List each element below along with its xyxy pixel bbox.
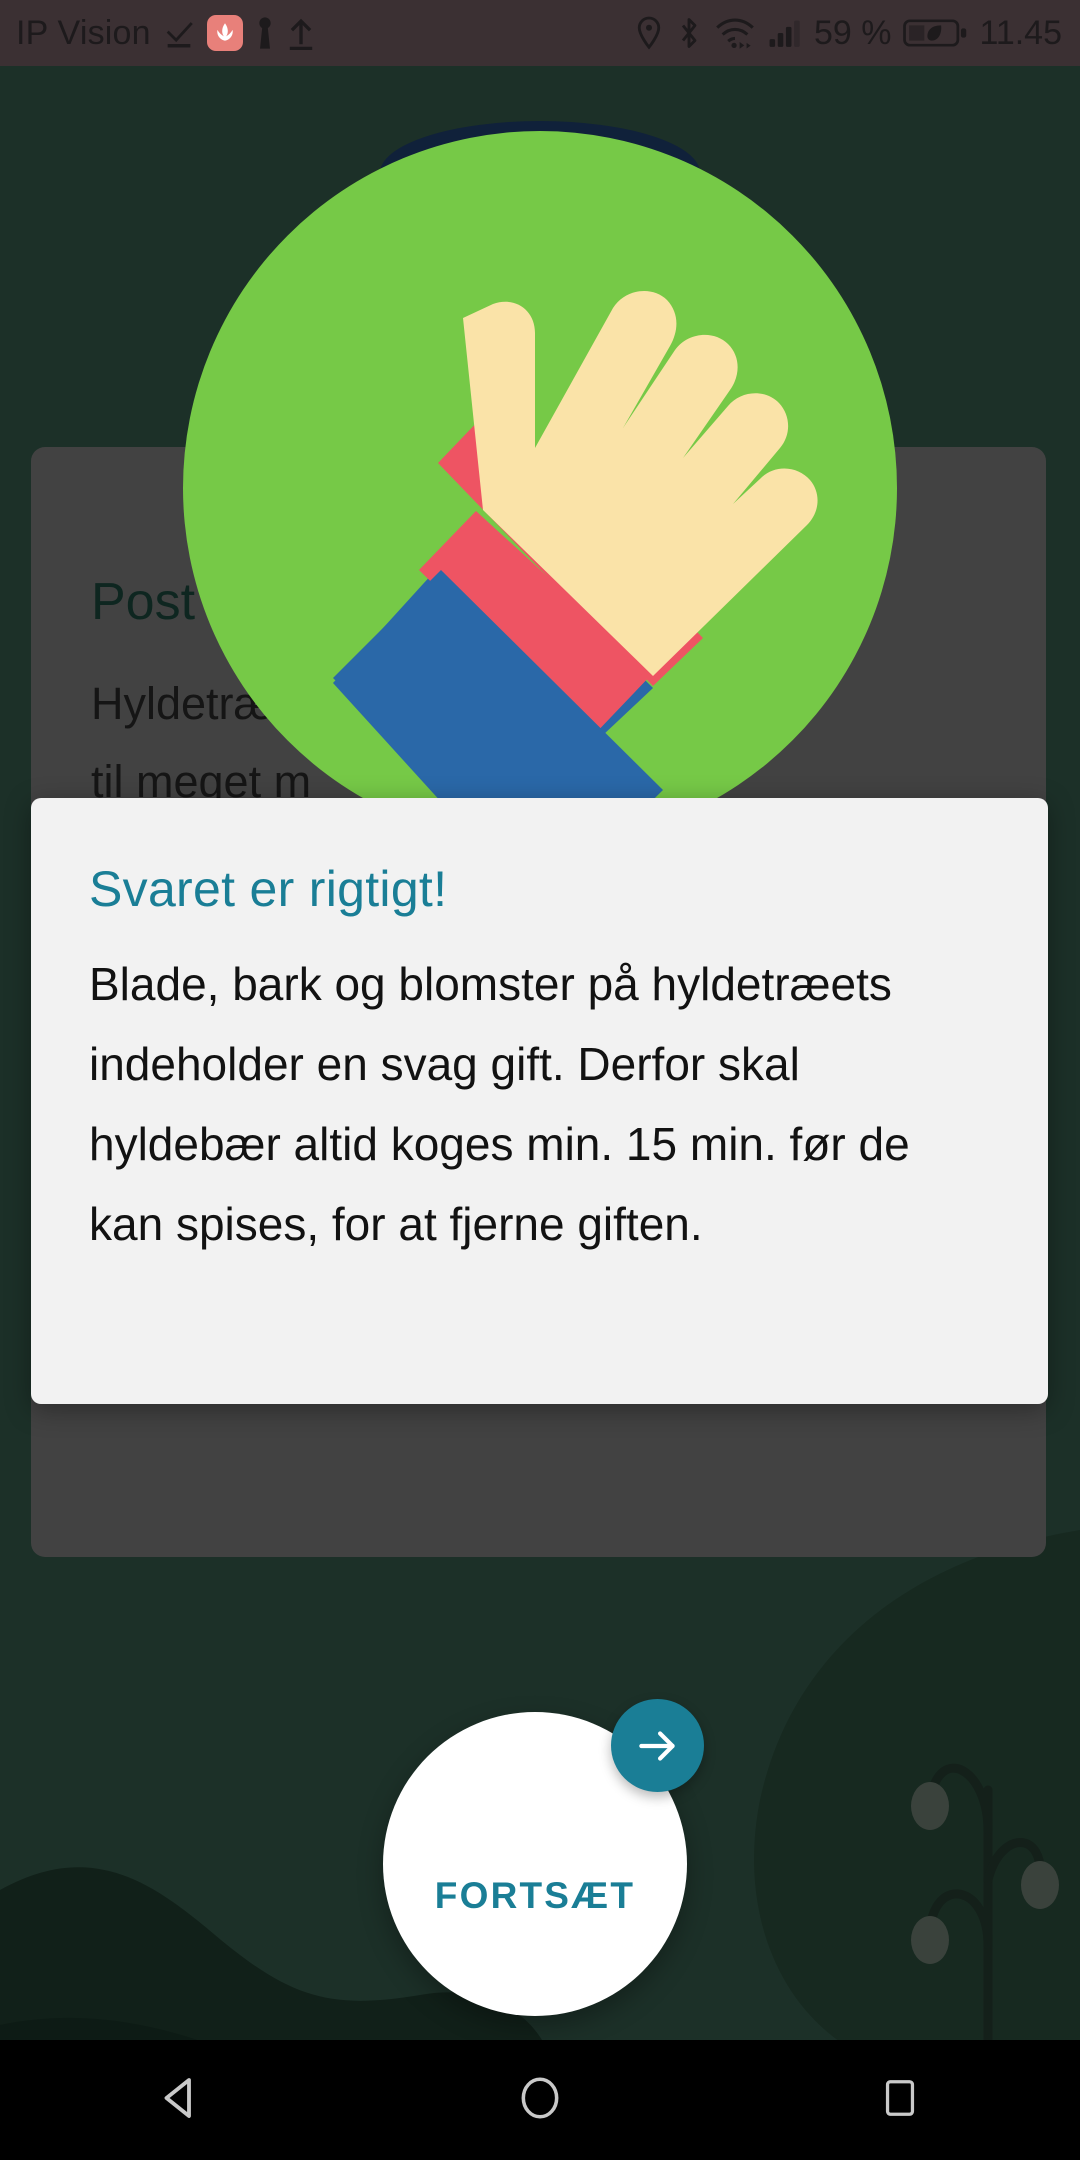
huawei-logo-icon	[206, 15, 243, 51]
nav-recents-button[interactable]	[825, 2040, 975, 2160]
question-title: Post	[91, 573, 196, 631]
location-pin-icon	[634, 15, 664, 51]
upload-arrow-icon	[287, 16, 315, 51]
dialog-body: Blade, bark og blomster på hyldetræets i…	[89, 958, 910, 1250]
continue-button[interactable]: FORTSÆT	[383, 1699, 704, 2016]
status-bar: IP Vision 59 % 11.45	[0, 0, 1080, 66]
arrow-right-icon[interactable]	[611, 1699, 704, 1792]
bluetooth-icon	[676, 15, 702, 51]
home-circle-icon	[515, 2073, 565, 2128]
app-screen: Post Hyldetræ bruges til meget m	[0, 0, 1080, 2160]
answer-feedback-dialog: Svaret er rigtigt! Blade, bark og blomst…	[31, 798, 1048, 1404]
cellular-signal-icon	[768, 16, 802, 50]
nav-home-button[interactable]	[465, 2040, 615, 2160]
clock-label: 11.45	[979, 13, 1062, 52]
dialog-title: Svaret er rigtigt!	[89, 861, 448, 917]
nav-back-button[interactable]	[105, 2040, 255, 2160]
vpn-key-icon	[254, 16, 276, 50]
battery-power-saving-leaf-icon	[903, 16, 967, 50]
continue-button-label: FORTSÆT	[434, 1875, 636, 1916]
android-nav-bar	[0, 2040, 1080, 2160]
back-triangle-icon	[153, 2071, 207, 2130]
thumbs-up-illustration	[183, 118, 898, 858]
battery-percent-label: 59 %	[813, 13, 892, 52]
signal-check-icon	[162, 16, 196, 50]
wifi-icon	[714, 16, 756, 50]
carrier-label: IP Vision	[16, 13, 151, 52]
recents-square-icon	[877, 2075, 923, 2126]
